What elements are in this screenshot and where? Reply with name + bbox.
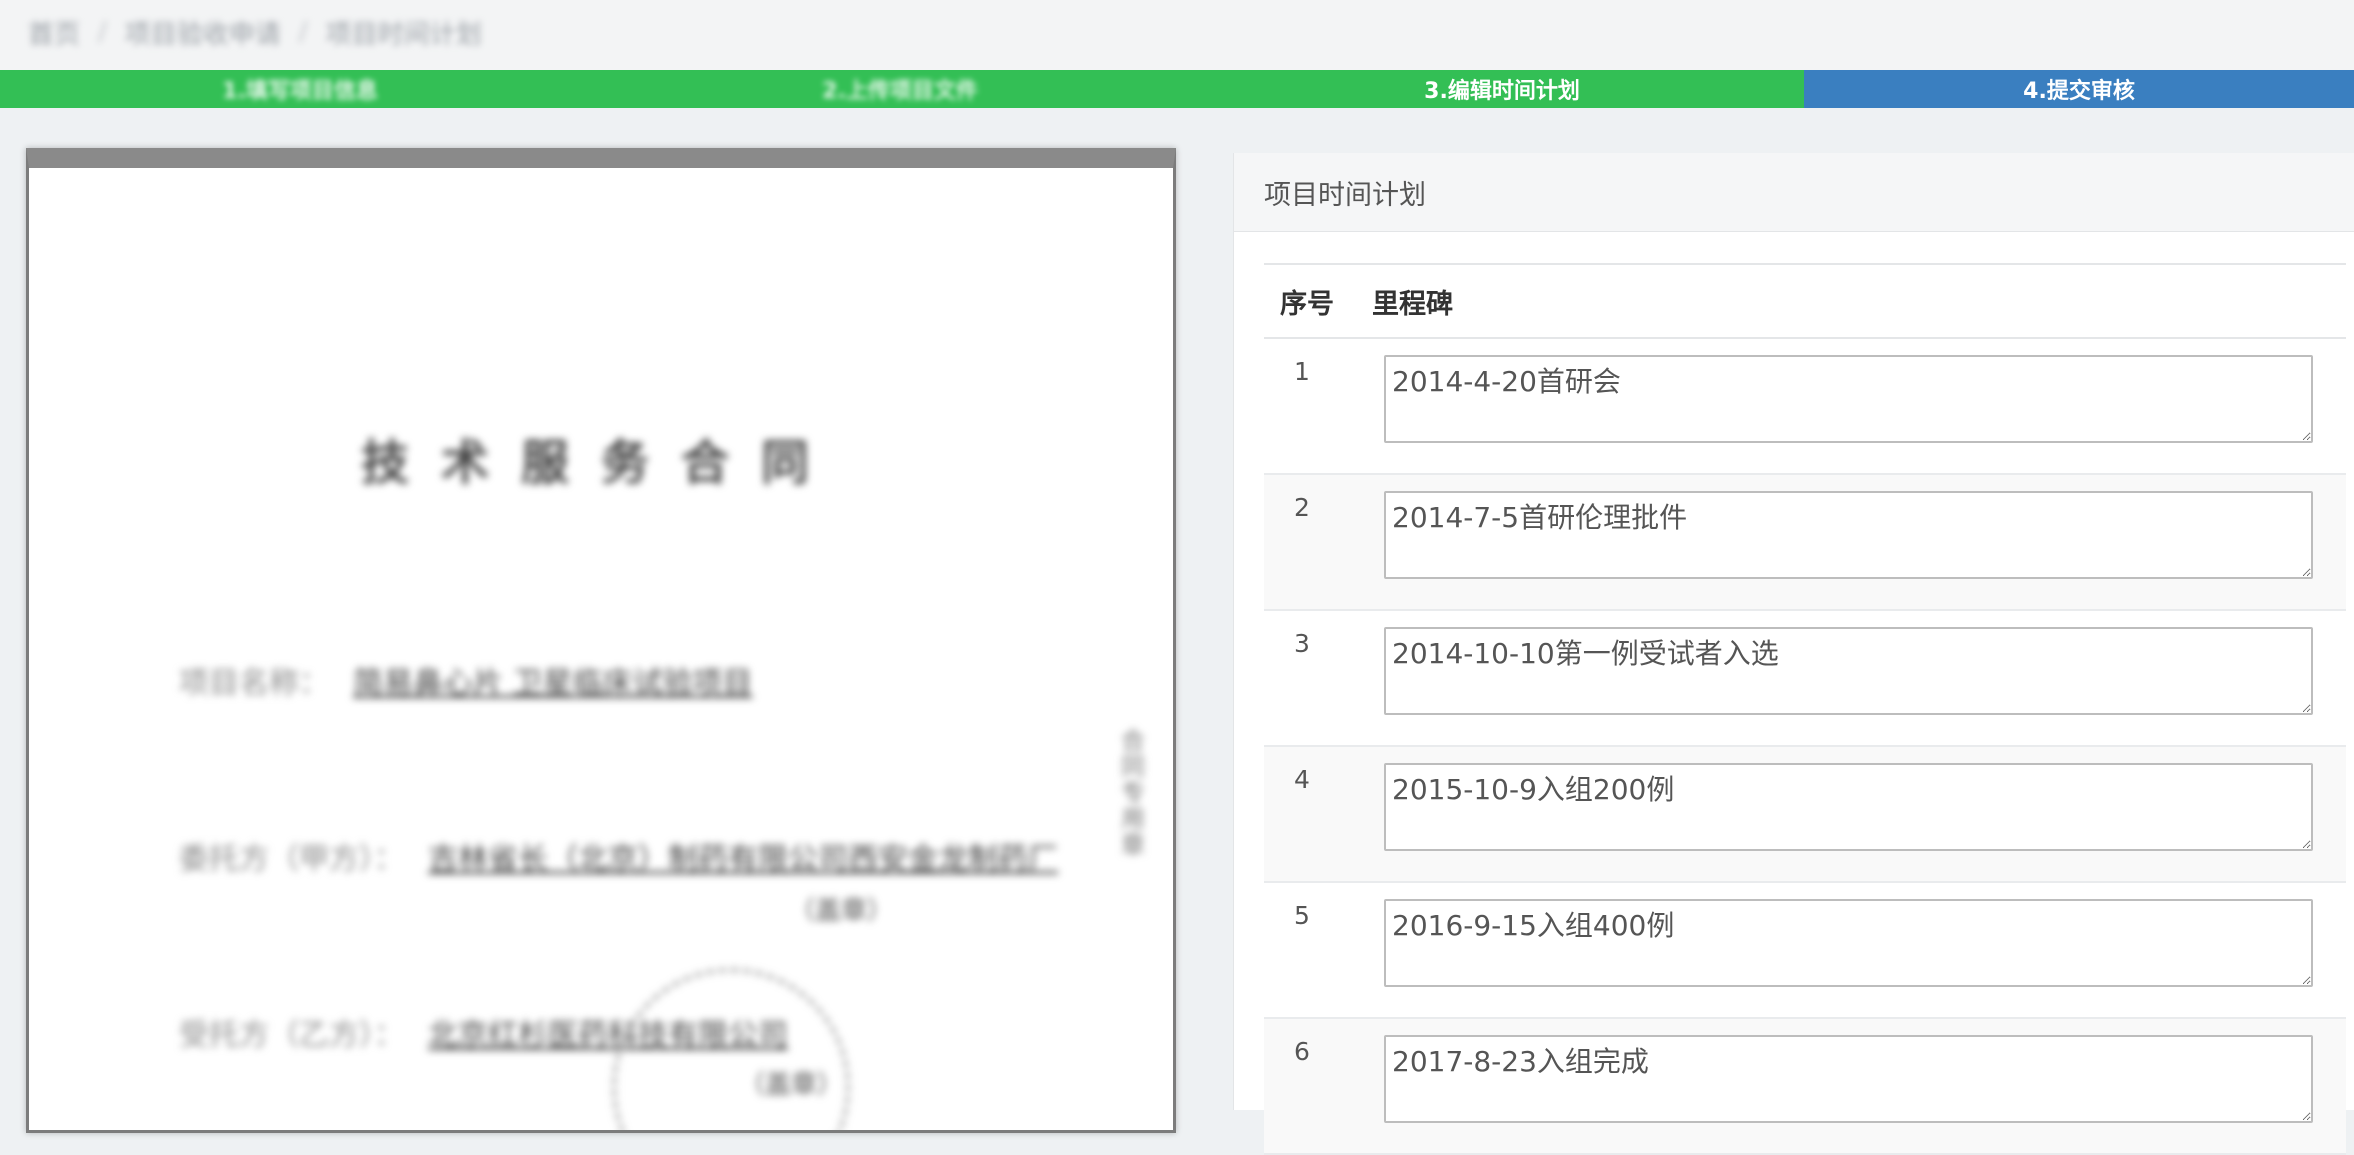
table-header: 序号 里程碑 xyxy=(1264,263,2346,339)
panel-title: 项目时间计划 xyxy=(1234,153,2354,232)
milestone-input[interactable]: 2014-7-5首研伦理批件 xyxy=(1384,491,2313,579)
table-row: 2 2014-7-5首研伦理批件 xyxy=(1264,475,2346,611)
milestone-input[interactable]: 2014-4-20首研会 xyxy=(1384,355,2313,443)
step-progress-bar: 1.填写项目信息 2.上传项目文件 3.编辑时间计划 4.提交审核 xyxy=(0,70,2354,108)
column-header-no: 序号 xyxy=(1280,288,1334,320)
document-page: 技术服务合同 项目名称： 简易鼻心片 卫星临床试验项目 委托方（甲方）： 吉林省长（… xyxy=(29,168,1173,1130)
step-3[interactable]: 3.编辑时间计划 xyxy=(1200,70,1804,108)
row-number: 1 xyxy=(1294,357,1310,386)
milestone-table: 序号 里程碑 1 2014-4-20首研会 2 2014-7-5首研伦理批件 3… xyxy=(1264,263,2346,1155)
document-line-project: 项目名称： 简易鼻心片 卫星临床试验项目 xyxy=(179,658,753,702)
row-number: 3 xyxy=(1294,629,1310,658)
row-number: 4 xyxy=(1294,765,1310,794)
row-number: 6 xyxy=(1294,1037,1310,1066)
document-side-text: 合同专用章 xyxy=(1121,727,1145,859)
row-number: 5 xyxy=(1294,901,1310,930)
document-line-label: 受托方（乙方）： xyxy=(179,1018,404,1053)
table-row: 1 2014-4-20首研会 xyxy=(1264,339,2346,475)
step-1[interactable]: 1.填写项目信息 xyxy=(0,70,600,108)
breadcrumb-separator: / xyxy=(98,17,107,47)
table-row: 5 2016-9-15入组400例 xyxy=(1264,883,2346,1019)
seal-stamp xyxy=(612,968,850,1130)
table-row: 4 2015-10-9入组200例 xyxy=(1264,747,2346,883)
breadcrumb: 首页 / 项目验收申请 / 项目时间计划 xyxy=(28,12,482,52)
breadcrumb-item-acceptance[interactable]: 项目验收申请 xyxy=(125,14,281,51)
step-2[interactable]: 2.上传项目文件 xyxy=(600,70,1200,108)
document-line-client: 委托方（甲方）： 吉林省长（北京）制药有限公司西安金龙制药厂 xyxy=(179,834,1058,878)
top-bar: 首页 / 项目验收申请 / 项目时间计划 xyxy=(0,0,2354,70)
step-2-label: 2.上传项目文件 xyxy=(822,79,978,104)
time-plan-panel: 项目时间计划 序号 里程碑 1 2014-4-20首研会 2 2014-7-5首… xyxy=(1233,153,2354,1155)
document-title: 技术服务合同 xyxy=(360,435,841,491)
document-stamp-label: （盖章） xyxy=(789,896,894,926)
breadcrumb-separator: / xyxy=(298,17,308,47)
document-line-label: 项目名称： xyxy=(179,666,329,701)
document-preview[interactable]: 技术服务合同 项目名称： 简易鼻心片 卫星临床试验项目 委托方（甲方）： 吉林省长（… xyxy=(26,148,1176,1133)
breadcrumb-item-current: 项目时间计划 xyxy=(325,19,482,50)
step-4[interactable]: 4.提交审核 xyxy=(1804,70,2354,108)
step-3-label: 3.编辑时间计划 xyxy=(1424,79,1580,104)
table-row: 6 2017-8-23入组完成 xyxy=(1264,1019,2346,1155)
column-header-milestone: 里程碑 xyxy=(1372,288,1453,320)
row-number: 2 xyxy=(1294,493,1310,522)
milestone-input[interactable]: 2014-10-10第一例受试者入选 xyxy=(1384,627,2313,715)
breadcrumb-item-home[interactable]: 首页 xyxy=(28,14,80,51)
document-line-value: 吉林省长（北京）制药有限公司西安金龙制药厂 xyxy=(428,842,1058,877)
table-row: 3 2014-10-10第一例受试者入选 xyxy=(1264,611,2346,747)
document-line-value: 简易鼻心片 卫星临床试验项目 xyxy=(353,666,753,701)
step-1-label: 1.填写项目信息 xyxy=(222,79,378,104)
milestone-input[interactable]: 2015-10-9入组200例 xyxy=(1384,763,2313,851)
milestone-input[interactable]: 2016-9-15入组400例 xyxy=(1384,899,2313,987)
document-line-label: 委托方（甲方）： xyxy=(179,842,404,877)
step-4-label: 4.提交审核 xyxy=(2023,79,2135,104)
